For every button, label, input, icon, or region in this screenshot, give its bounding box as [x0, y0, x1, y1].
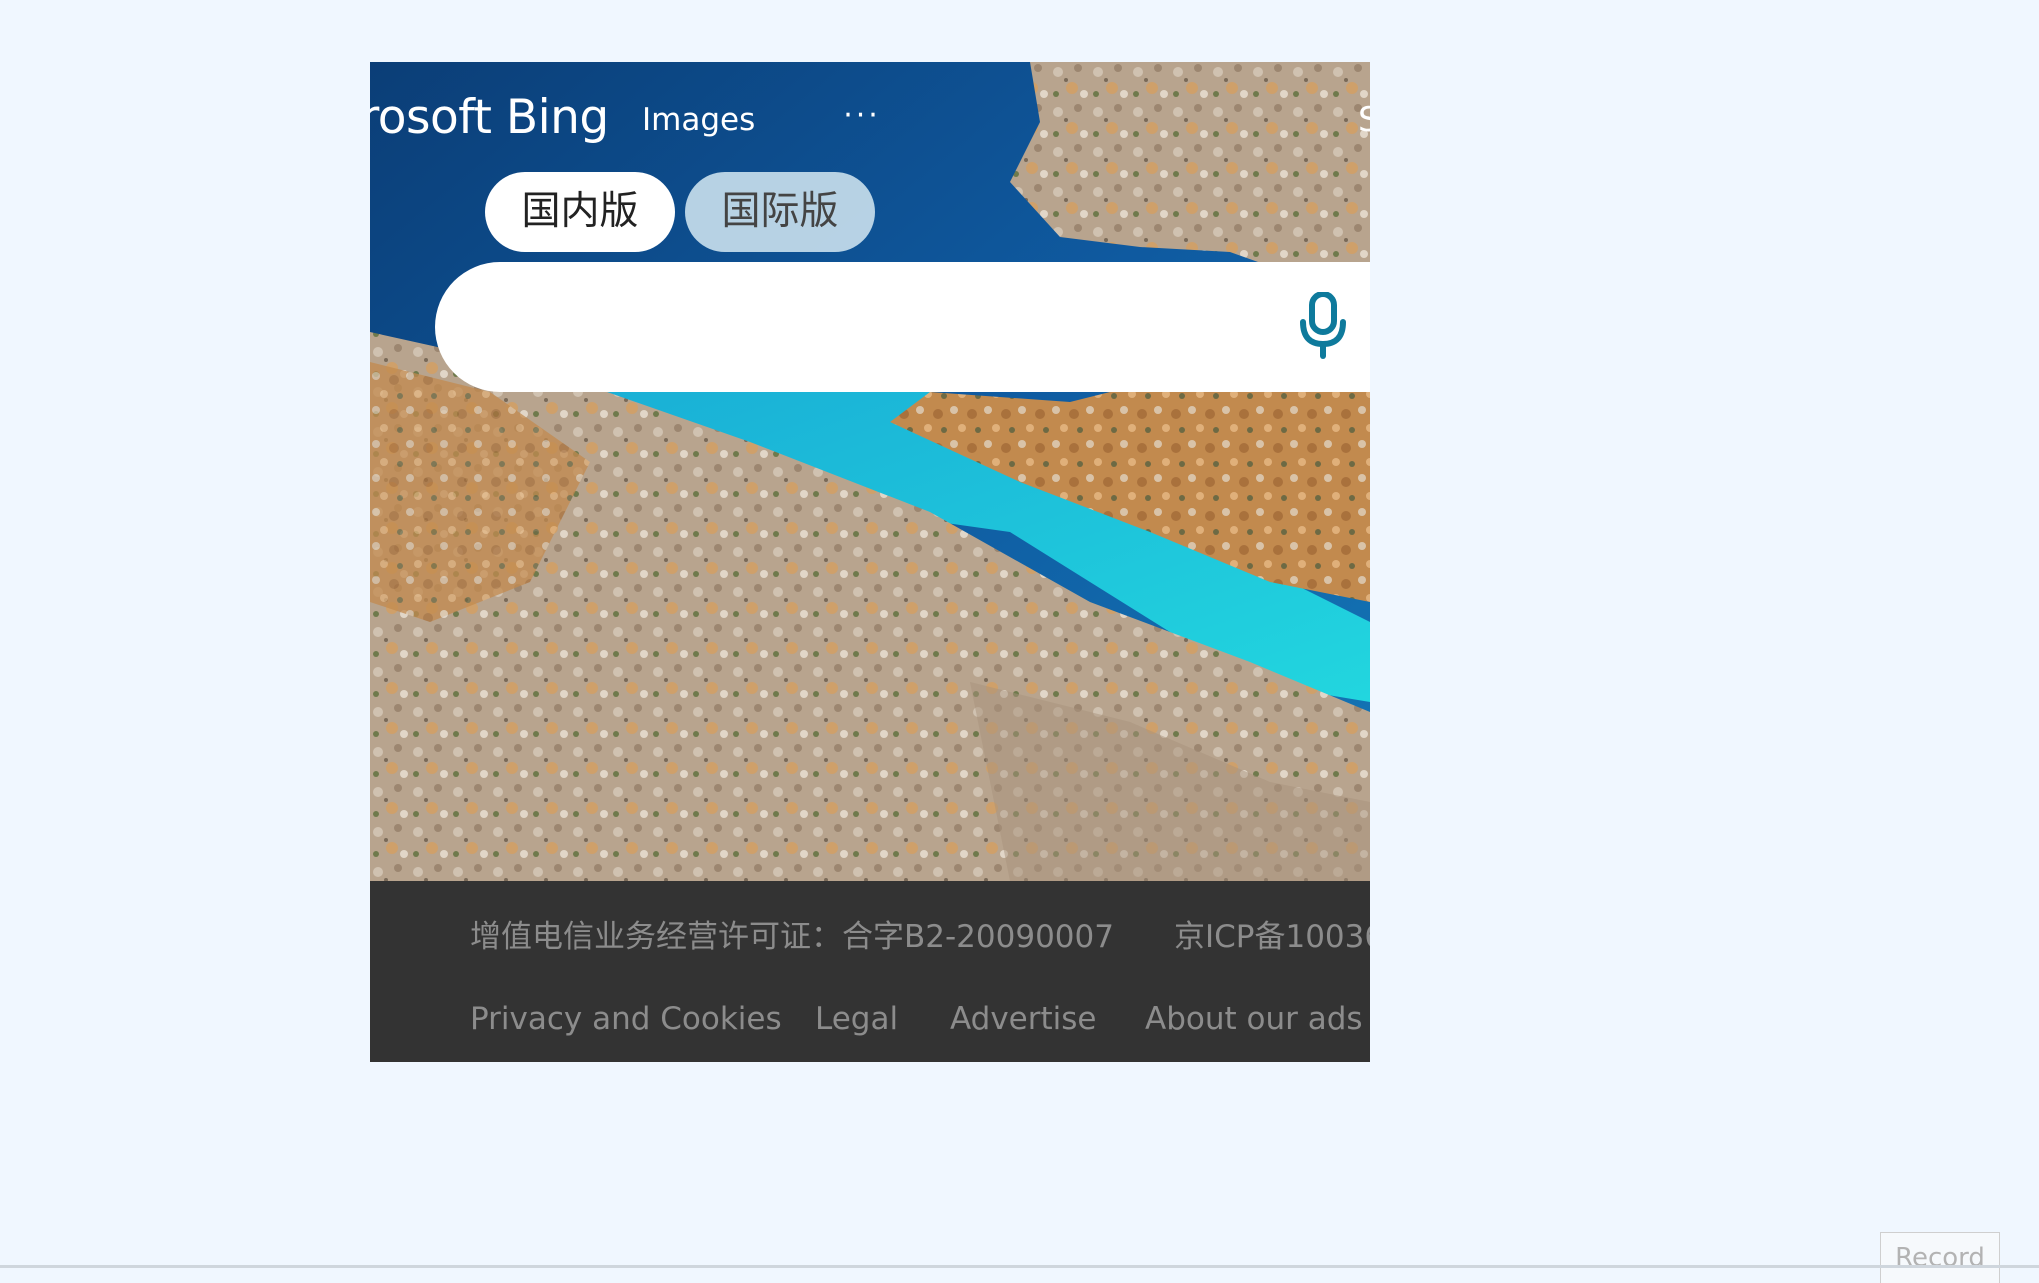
nav-images-link[interactable]: Images — [642, 102, 755, 138]
tab-international-version[interactable]: 国际版 — [685, 172, 875, 252]
privacy-link[interactable]: Privacy and Cookies — [470, 1001, 782, 1037]
bing-viewport: Microsoft Bing Images ··· S 国内版 国际版 增值电信… — [370, 62, 1370, 1062]
top-header: Microsoft Bing Images ··· S — [370, 62, 1370, 172]
about-ads-link[interactable]: About our ads — [1145, 1001, 1363, 1037]
microphone-icon[interactable] — [1298, 291, 1348, 362]
record-button[interactable]: Record — [1880, 1232, 2000, 1283]
tab-domestic-version[interactable]: 国内版 — [485, 172, 675, 252]
footer: 增值电信业务经营许可证：合字B2-20090007 京ICP备10036 Pri… — [370, 881, 1370, 1062]
license-text[interactable]: 增值电信业务经营许可证：合字B2-20090007 — [470, 911, 1114, 956]
legal-link[interactable]: Legal — [815, 1001, 898, 1037]
search-box — [435, 262, 1370, 392]
background-image: Microsoft Bing Images ··· S 国内版 国际版 — [370, 62, 1370, 881]
icp-registration-link[interactable]: 京ICP备10036 — [1174, 911, 1370, 956]
bing-logo[interactable]: Microsoft Bing — [370, 90, 609, 145]
header-cut-label[interactable]: S — [1358, 100, 1370, 140]
advertise-link[interactable]: Advertise — [950, 1001, 1097, 1037]
search-input[interactable] — [475, 297, 1259, 359]
ellipsis-icon[interactable]: ··· — [832, 98, 892, 138]
